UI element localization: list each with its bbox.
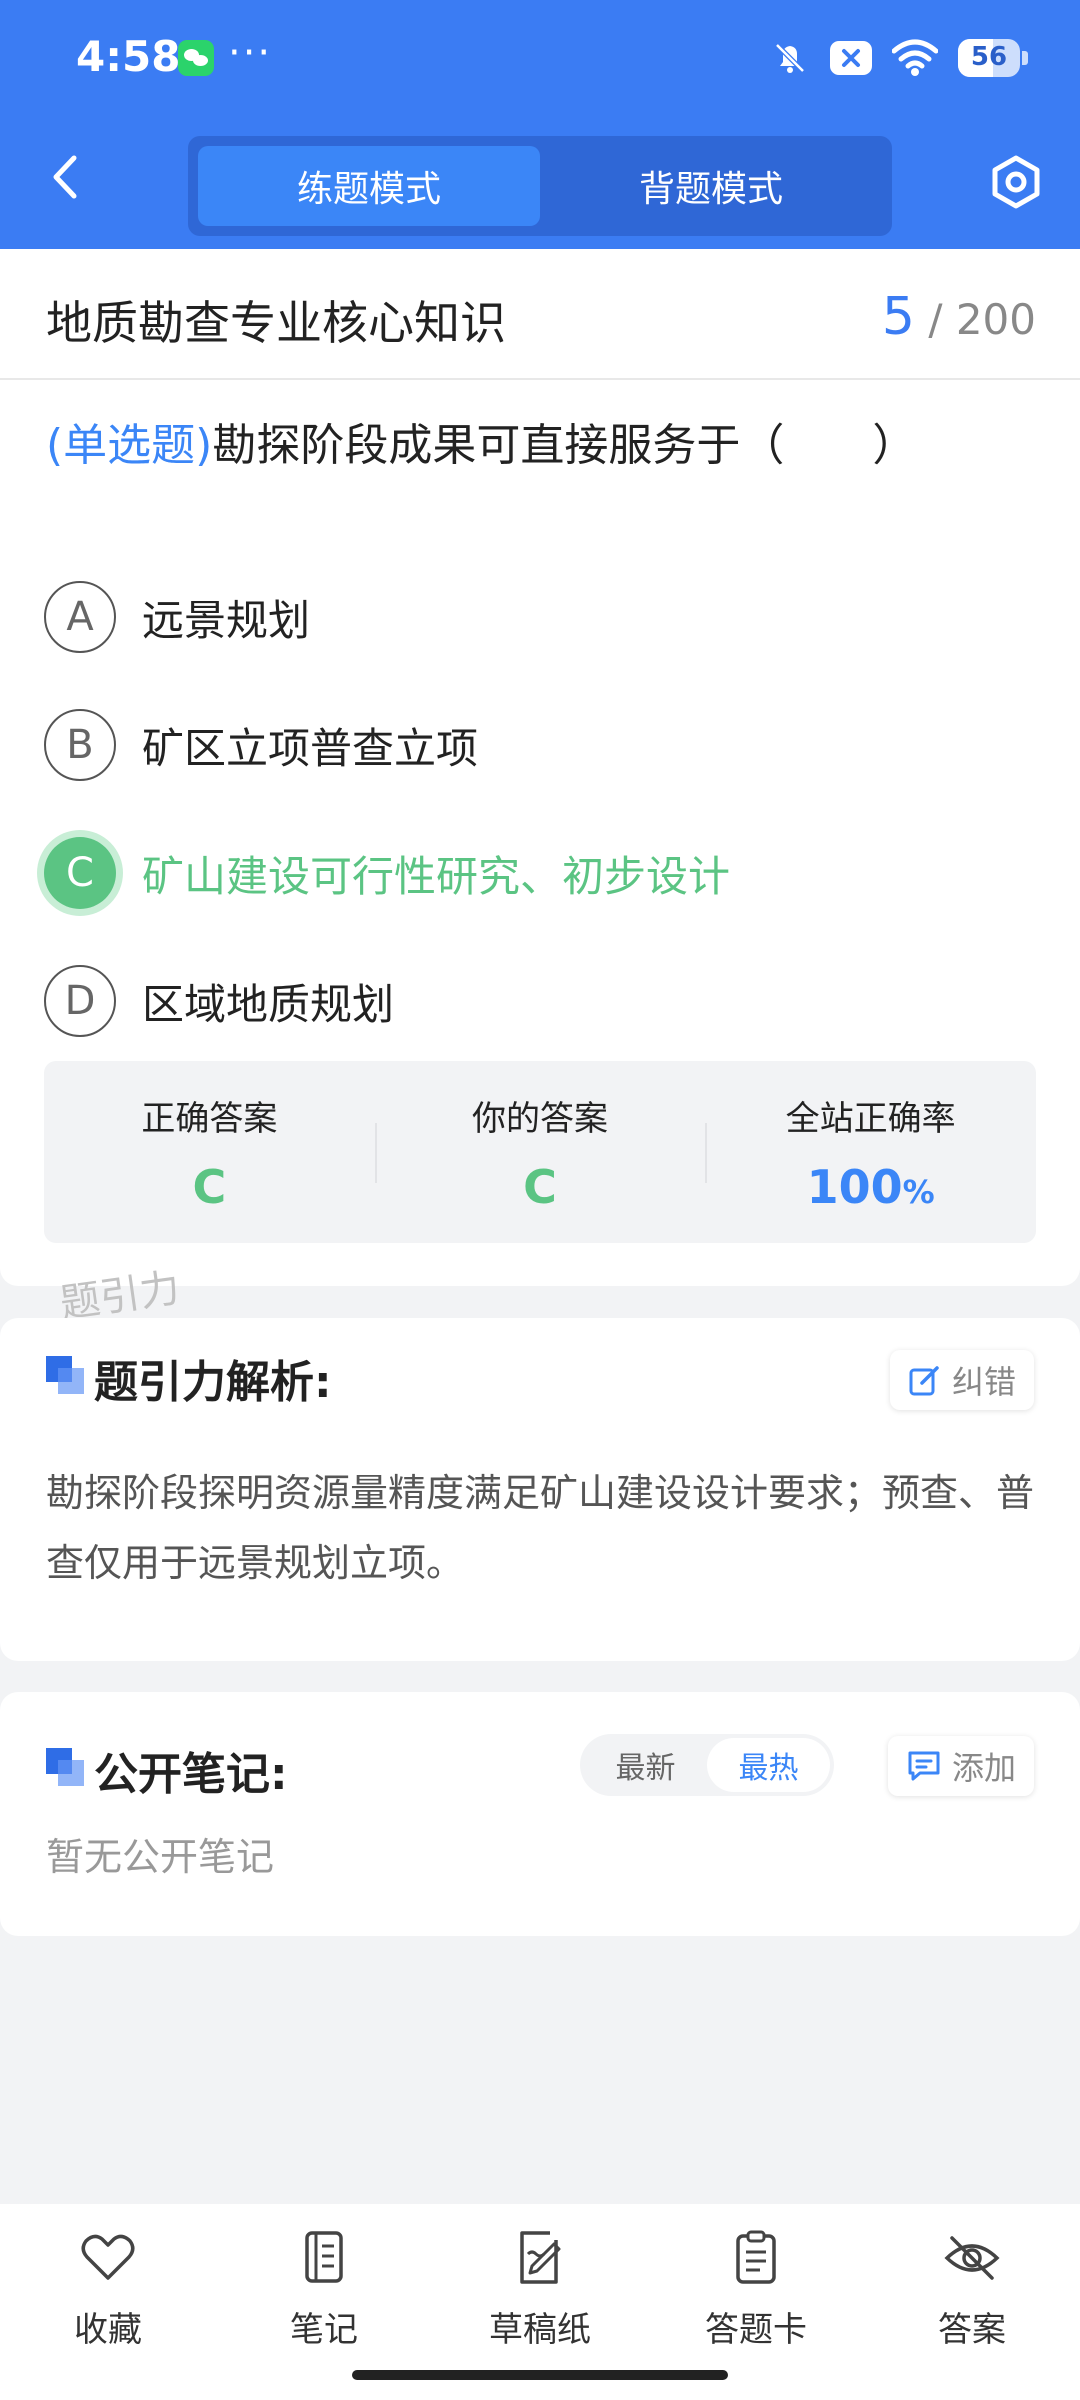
answer-stats: 正确答案 C 你的答案 C 全站正确率 100%	[44, 1061, 1036, 1243]
add-note-button[interactable]: 添加	[887, 1736, 1034, 1796]
notes-empty-text: 暂无公开笔记	[46, 1835, 275, 1879]
question-type: (单选题)	[46, 420, 213, 471]
option-d[interactable]: D 区域地质规划	[44, 961, 394, 1041]
nav-label: 答题卡	[705, 2310, 807, 2350]
battery-indicator: 56	[958, 39, 1020, 77]
option-text: 矿山建设可行性研究、初步设计	[142, 851, 731, 901]
heart-icon	[81, 2234, 135, 2280]
sort-hottest[interactable]: 最热	[707, 1738, 830, 1792]
nav-label: 笔记	[290, 2310, 358, 2350]
section-icon	[46, 1748, 84, 1786]
nav-label: 草稿纸	[489, 2310, 591, 2350]
add-note-label: 添加	[951, 1749, 1016, 1787]
question-card: 地质勘查专业核心知识 5 / 200 (单选题)勘探阶段成果可直接服务于（ ） …	[0, 249, 1080, 1286]
stat-value: 100%	[806, 1160, 935, 1214]
stat-label: 正确答案	[141, 1099, 278, 1139]
option-text: 区域地质规划	[142, 979, 395, 1029]
option-letter: D	[44, 965, 116, 1037]
draft-paper-icon	[520, 2231, 561, 2284]
subject-bar: 地质勘查专业核心知识 5 / 200	[0, 249, 1080, 380]
explanation-card: 题引力解析: 纠错 勘探阶段探明资源量精度满足矿山建设设计要求；预查、普查仅用于…	[0, 1318, 1080, 1661]
eye-off-icon	[944, 2236, 1000, 2280]
explanation-text: 勘探阶段探明资源量精度满足矿山建设设计要求；预查、普查仅用于远景规划立项。	[46, 1471, 1035, 1585]
stat-your-answer: 你的答案 C	[374, 1061, 706, 1243]
settings-icon[interactable]	[988, 154, 1044, 210]
stat-value: C	[523, 1160, 557, 1214]
option-text: 矿区立项普查立项	[142, 723, 479, 773]
nav-label: 答案	[938, 2310, 1006, 2350]
comment-icon	[908, 1751, 940, 1781]
section-icon	[46, 1356, 84, 1394]
option-letter: A	[44, 581, 116, 653]
public-notes-card: 公开笔记: 最新 最热 添加 暂无公开笔记	[0, 1692, 1080, 1936]
notes-title: 公开笔记:	[94, 1749, 288, 1800]
report-error-label: 纠错	[951, 1363, 1016, 1401]
home-indicator	[352, 2370, 728, 2380]
wifi-icon	[892, 39, 938, 76]
option-text: 远景规划	[142, 595, 311, 645]
question-counter: 5 / 200	[882, 287, 1036, 347]
question-stem: (单选题)勘探阶段成果可直接服务于（ ）	[46, 409, 916, 473]
bell-off-icon	[775, 43, 805, 73]
option-letter: B	[44, 709, 116, 781]
stat-label: 你的答案	[472, 1099, 608, 1139]
tab-memorize-mode[interactable]: 背题模式	[540, 146, 882, 226]
explanation-title: 题引力解析:	[94, 1357, 332, 1408]
subject-title: 地质勘查专业核心知识	[46, 296, 506, 350]
option-a[interactable]: A 远景规划	[44, 577, 310, 657]
notes-sort-toggle: 最新 最热	[580, 1734, 834, 1796]
nav-favorite[interactable]: 收藏	[0, 2204, 216, 2400]
notebook-icon	[305, 2231, 343, 2283]
back-button[interactable]	[40, 152, 90, 202]
more-notifications-icon: ···	[228, 30, 273, 76]
option-letter: C	[44, 837, 116, 909]
stat-label: 全站正确率	[785, 1099, 956, 1139]
question-text: 勘探阶段成果可直接服务于（ ）	[212, 420, 917, 471]
chevron-left-icon	[53, 155, 77, 199]
answer-card-icon	[736, 2230, 776, 2284]
nav-label: 收藏	[74, 2310, 142, 2350]
total-questions: / 200	[928, 295, 1036, 344]
option-b[interactable]: B 矿区立项普查立项	[44, 705, 478, 785]
sort-newest[interactable]: 最新	[584, 1738, 707, 1792]
wechat-icon	[178, 40, 214, 76]
nav-answer[interactable]: 答案	[864, 2204, 1080, 2400]
status-icons: 56	[770, 34, 1028, 82]
report-error-button[interactable]: 纠错	[889, 1350, 1034, 1410]
status-bar: 4:58 ··· 56	[0, 0, 1080, 118]
current-question-number: 5	[881, 287, 915, 347]
stat-value: C	[192, 1160, 227, 1214]
edit-icon	[909, 1366, 939, 1396]
status-time: 4:58	[76, 32, 181, 81]
mode-toggle: 练题模式 背题模式	[188, 136, 892, 236]
close-box-icon	[830, 41, 872, 75]
stat-site-accuracy: 全站正确率 100%	[705, 1061, 1036, 1243]
option-c[interactable]: C 矿山建设可行性研究、初步设计	[44, 833, 730, 913]
app-header: 4:58 ··· 56 练题模式 背题模式	[0, 0, 1080, 249]
battery-level-text: 56	[970, 42, 1008, 72]
stat-correct-answer: 正确答案 C	[44, 1061, 375, 1243]
tab-practice-mode[interactable]: 练题模式	[198, 146, 540, 226]
